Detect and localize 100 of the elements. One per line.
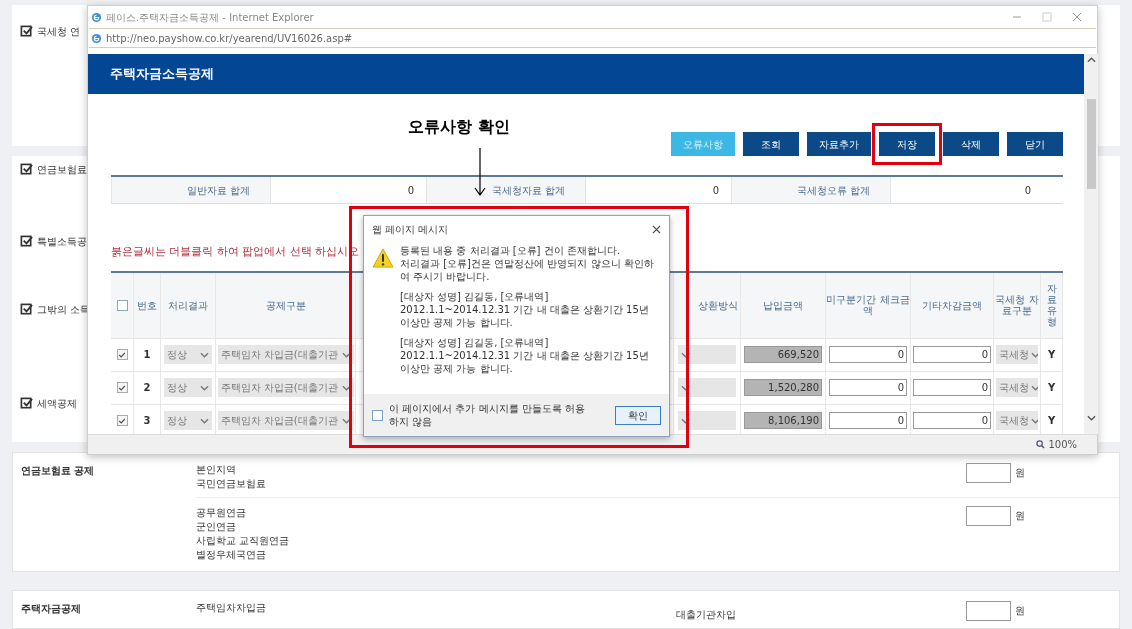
chevron-down-icon — [200, 384, 209, 391]
column-header: 국세청 자료구분 — [994, 294, 1040, 316]
zoom-level[interactable]: 100% — [1048, 437, 1077, 452]
toolbar-button[interactable]: 저장 — [879, 132, 935, 156]
select-dropdown[interactable] — [678, 378, 736, 397]
summary-value: 0 — [1023, 183, 1032, 198]
select-dropdown[interactable]: 주택임차 차입금(대출기관 — [217, 411, 354, 430]
dialog-title: 웹 페이지 메시지 — [372, 222, 449, 237]
chevron-down-icon — [1031, 384, 1038, 391]
flag-text: Y — [1047, 348, 1056, 362]
flag-text: Y — [1047, 381, 1056, 395]
checkbox[interactable] — [116, 299, 128, 311]
summary-value: 0 — [711, 183, 720, 198]
down-arrow — [474, 148, 486, 196]
checkbox[interactable] — [372, 409, 383, 421]
chevron-down-icon — [1031, 417, 1038, 424]
unit-label: 원 — [1015, 604, 1025, 619]
row-number: 3 — [143, 414, 151, 428]
select-dropdown[interactable]: 주택임차 차입금(대출기관 — [217, 345, 354, 364]
amount-input[interactable]: 0 — [829, 412, 907, 429]
amount-field: 669,520 — [744, 346, 822, 363]
toolbar-button[interactable]: 조회 — [743, 132, 799, 156]
item-label: 사립학교 교직원연금 — [196, 533, 291, 548]
chevron-down-icon — [1031, 351, 1038, 358]
zoom-icon — [1036, 440, 1046, 449]
column-header: 기타차감금액 — [922, 299, 982, 311]
close-icon[interactable] — [652, 224, 661, 234]
amount-field[interactable] — [966, 600, 1011, 621]
section-label: 국세청 연 — [37, 24, 81, 39]
summary-label: 국세청오류 합계 — [731, 177, 891, 203]
select-dropdown[interactable]: 정상 — [164, 345, 212, 364]
amount-field: 1,520,280 — [744, 379, 822, 396]
select-dropdown[interactable] — [678, 411, 736, 430]
column-header: 상환방식 — [698, 299, 738, 311]
page-header: 주택자금소득공제 — [88, 54, 1084, 94]
flag-text: Y — [1047, 414, 1056, 428]
amount-input[interactable]: 0 — [829, 379, 907, 396]
column-header: 공제구분 — [265, 299, 306, 311]
select-dropdown[interactable]: 국세청 — [996, 345, 1038, 364]
check-icon — [118, 416, 126, 425]
amount-input[interactable]: 0 — [913, 412, 991, 429]
unit-label: 원 — [1015, 466, 1025, 480]
address-bar[interactable]: http://neo.payshow.co.kr/yearend/UV16026.asp# — [89, 28, 1096, 48]
form-section-title: 주택자금공제 — [21, 601, 82, 616]
section-label: 세액공제 — [37, 397, 77, 412]
chevron-down-icon — [341, 384, 351, 391]
column-header: 처리결과 — [168, 299, 208, 311]
annotation-text: 오류사항 확인 — [408, 116, 510, 138]
scrollbar-thumb[interactable] — [1086, 99, 1096, 189]
amount-field[interactable] — [966, 505, 1011, 526]
chevron-down-icon — [200, 417, 209, 424]
message-text: 등록된 내용 중 처리결과 [오류] 건이 존재합니다. 처리결과 [오류]건은 연말정산에 반영되지 않으니 확인하여 주시기 바랍니다. — [400, 244, 655, 283]
select-dropdown[interactable]: 주택임차 차입금(대출기관 — [217, 378, 354, 397]
check-icon — [118, 383, 126, 392]
select-dropdown[interactable]: 국세청 — [996, 378, 1038, 397]
amount-field[interactable] — [966, 462, 1011, 483]
checkbox[interactable] — [116, 382, 128, 393]
scroll-down-icon[interactable] — [1086, 415, 1096, 421]
browser-icon — [91, 11, 102, 23]
summary-value: 0 — [406, 183, 415, 198]
amount-input[interactable]: 0 — [829, 346, 907, 363]
select-dropdown[interactable]: 정상 — [164, 411, 212, 430]
scroll-up-icon[interactable] — [1086, 57, 1096, 63]
item-label: 본인지역 — [196, 462, 237, 477]
column-header: 미구분기간 체크금액 — [826, 294, 910, 316]
checkbox-icon — [20, 163, 33, 177]
summary-label: 일반자료 합계 — [111, 177, 271, 203]
checkbox-icon — [20, 397, 33, 411]
section-label: 특별소득공 — [37, 235, 87, 250]
toolbar-button[interactable]: 삭제 — [943, 132, 999, 156]
ok-button[interactable]: 확인 — [615, 405, 661, 425]
window-title: 페이스.주택자금소득공제 - Internet Explorer — [106, 10, 314, 25]
scrollbar[interactable] — [1084, 54, 1098, 434]
checkbox[interactable] — [116, 349, 128, 360]
item-label: 국민연금보험료 — [196, 476, 267, 491]
checkbox-icon — [20, 303, 33, 317]
summary-label: 국세청자료 합계 — [426, 177, 586, 203]
chevron-down-icon — [200, 351, 209, 358]
chevron-down-icon — [341, 351, 351, 358]
column-header: 번호 — [137, 299, 157, 311]
column-header: 자료유형 — [1046, 283, 1057, 327]
column-header: 납입금액 — [763, 299, 803, 311]
row-number: 1 — [143, 348, 151, 362]
item-label: 주택임차차입금 — [196, 600, 267, 615]
message-text: [대상자 성명] 김길동, [오류내역] 2012.1.1~2014.12.31 기간 내 대출은 상환기간 15년 이상만 공제 가능 합니다. — [400, 336, 650, 375]
amount-field: 8,106,190 — [744, 412, 822, 429]
amount-input[interactable]: 0 — [913, 346, 991, 363]
toolbar-button[interactable]: 자료추가 — [807, 132, 871, 156]
select-dropdown[interactable] — [678, 345, 736, 364]
select-dropdown[interactable]: 국세청 — [996, 411, 1038, 430]
item-label: 별정우체국연금 — [196, 547, 267, 562]
item-label: 대출기관차입 — [676, 608, 736, 620]
item-label: 공무원연금 — [196, 505, 247, 520]
amount-input[interactable]: 0 — [913, 379, 991, 396]
row-number: 2 — [143, 381, 151, 395]
checkbox[interactable] — [116, 415, 128, 426]
toolbar-button[interactable]: 닫기 — [1007, 132, 1063, 156]
select-dropdown[interactable]: 정상 — [164, 378, 212, 397]
page-icon — [91, 32, 102, 44]
unit-label: 원 — [1015, 509, 1025, 523]
